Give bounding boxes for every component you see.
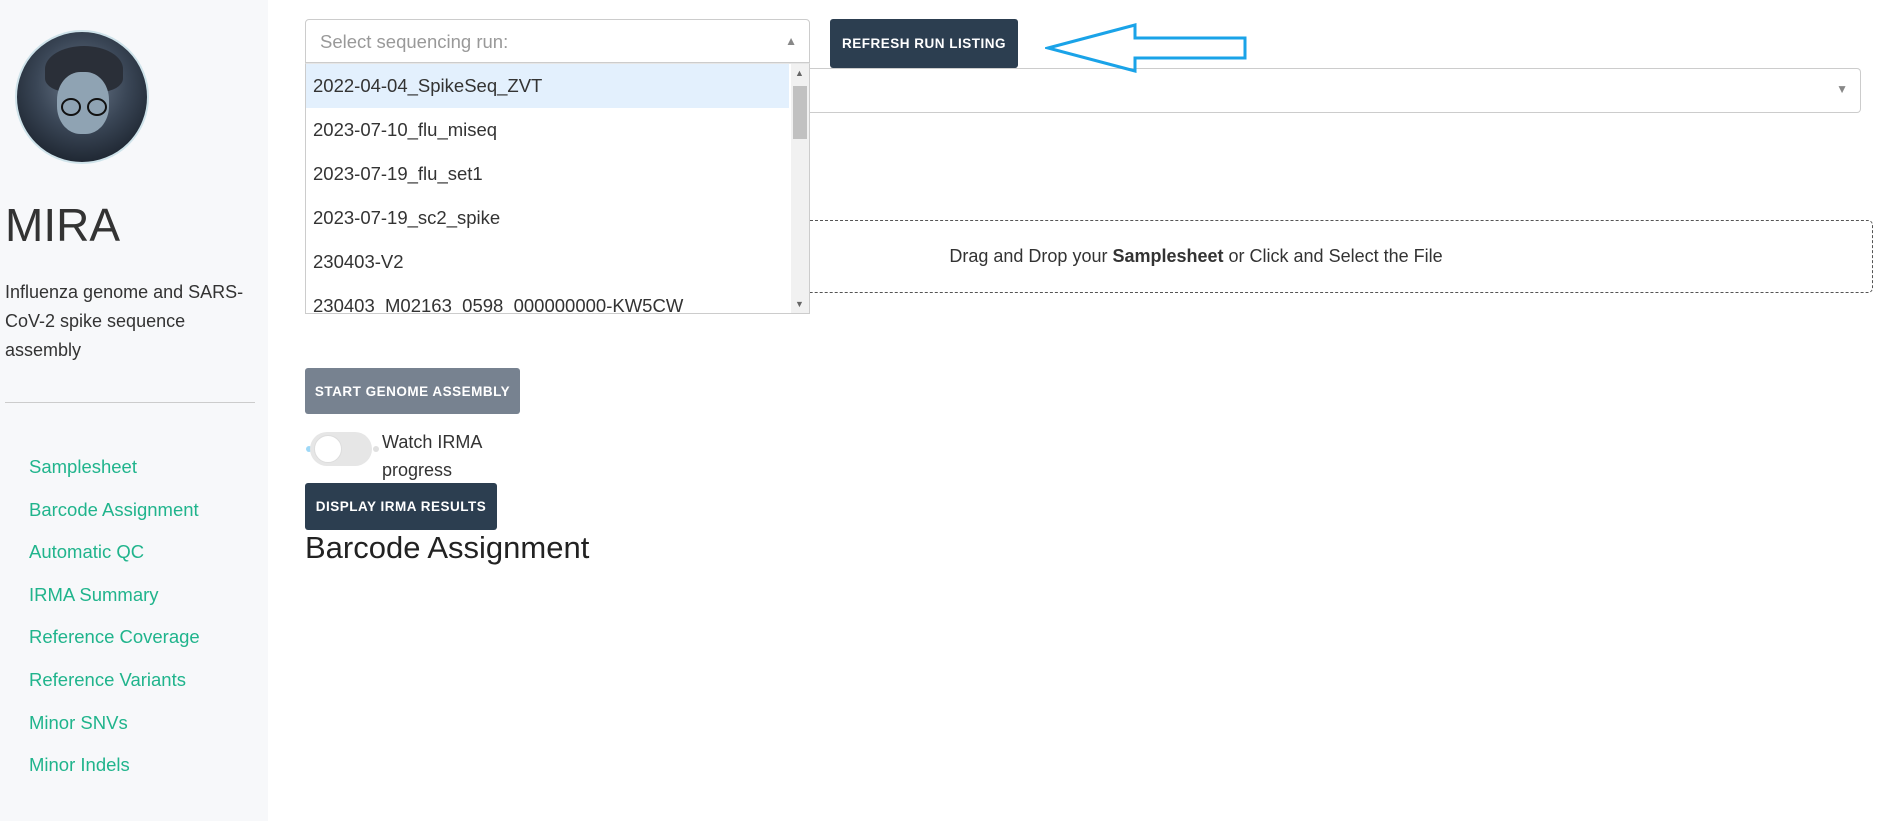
watch-irma-label: Watch IRMA progress bbox=[382, 432, 482, 480]
nav-samplesheet[interactable]: Samplesheet bbox=[29, 456, 200, 499]
start-genome-assembly-button[interactable]: START GENOME ASSEMBLY bbox=[305, 368, 520, 414]
app-subtitle: Influenza genome and SARS-CoV-2 spike se… bbox=[5, 282, 244, 360]
run-options-list: 2022-04-04_SpikeSeq_ZVT 2023-07-10_flu_m… bbox=[305, 63, 810, 314]
avatar bbox=[15, 30, 149, 164]
watch-irma-toggle[interactable] bbox=[310, 432, 372, 466]
section-heading: Barcode Assignment bbox=[305, 530, 590, 565]
arrow-left-icon bbox=[1045, 23, 1247, 73]
caret-up-icon: ▲ bbox=[785, 34, 797, 48]
nav-automatic-qc[interactable]: Automatic QC bbox=[29, 541, 200, 584]
caret-down-icon: ▼ bbox=[1836, 82, 1848, 96]
run-option[interactable]: 2023-07-10_flu_miseq bbox=[306, 108, 789, 152]
display-irma-results-button[interactable]: DISPLAY IRMA RESULTS bbox=[305, 483, 497, 530]
upload-text-bold: Samplesheet bbox=[1112, 246, 1224, 266]
nav-irma-summary[interactable]: IRMA Summary bbox=[29, 584, 200, 627]
scrollbar[interactable]: ▲ ▼ bbox=[791, 64, 809, 313]
scroll-down-icon[interactable]: ▼ bbox=[795, 299, 804, 309]
divider bbox=[5, 402, 255, 403]
refresh-run-listing-button[interactable]: REFRESH RUN LISTING bbox=[830, 19, 1018, 68]
run-option[interactable]: 2022-04-04_SpikeSeq_ZVT bbox=[306, 64, 789, 108]
nav-reference-coverage[interactable]: Reference Coverage bbox=[29, 626, 200, 669]
run-option[interactable]: 2023-07-19_sc2_spike bbox=[306, 196, 789, 240]
nav-barcode-assignment[interactable]: Barcode Assignment bbox=[29, 499, 200, 542]
scroll-up-icon[interactable]: ▲ bbox=[795, 68, 804, 78]
scrollbar-thumb[interactable] bbox=[793, 86, 807, 139]
run-option[interactable]: 2023-07-19_flu_set1 bbox=[306, 152, 789, 196]
samplesheet-upload-zone[interactable]: Drag and Drop your Samplesheet or Click … bbox=[810, 220, 1873, 293]
sidebar-nav: Samplesheet Barcode Assignment Automatic… bbox=[29, 456, 200, 797]
run-option[interactable]: 230403_M02163_0598_000000000-KW5CW bbox=[306, 284, 789, 313]
toggle-dot bbox=[373, 446, 379, 452]
nav-minor-indels[interactable]: Minor Indels bbox=[29, 754, 200, 797]
run-option[interactable]: 230403-V2 bbox=[306, 240, 789, 284]
toggle-knob bbox=[314, 435, 342, 463]
sidebar: MIRA Influenza genome and SARS-CoV-2 spi… bbox=[0, 0, 268, 821]
secondary-dropdown[interactable]: ▼ bbox=[810, 68, 1861, 113]
select-placeholder: Select sequencing run: bbox=[320, 31, 509, 52]
upload-text-end: or Click and Select the File bbox=[1228, 246, 1443, 266]
nav-minor-snvs[interactable]: Minor SNVs bbox=[29, 712, 200, 755]
app-title: MIRA bbox=[5, 199, 120, 251]
nav-reference-variants[interactable]: Reference Variants bbox=[29, 669, 200, 712]
upload-text: Drag and Drop your bbox=[949, 246, 1108, 266]
sequencing-run-select[interactable]: Select sequencing run: ▲ bbox=[305, 19, 810, 63]
